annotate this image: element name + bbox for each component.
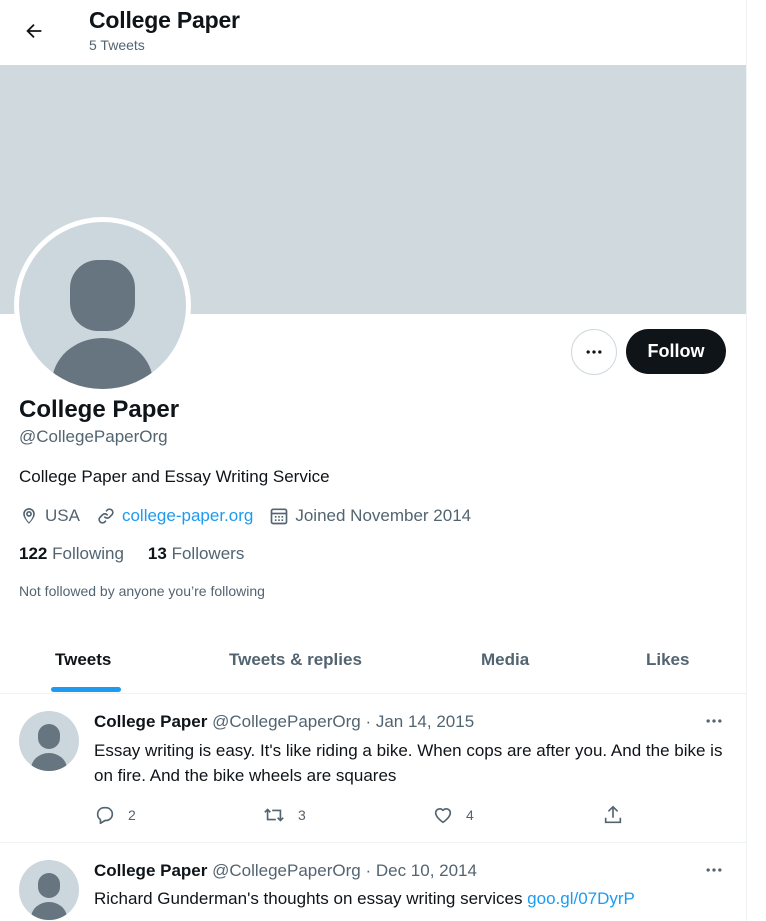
profile-meta: USA college-paper.org Joined November 20… (19, 505, 487, 527)
tweet-author-handle[interactable]: @CollegePaperOrg (212, 712, 361, 731)
share-button[interactable] (602, 803, 624, 827)
avatar-shoulders-shape (31, 902, 67, 920)
profile-more-button[interactable] (571, 329, 617, 375)
tweet-author-handle[interactable]: @CollegePaperOrg (212, 861, 361, 880)
tweet-date[interactable]: · Jan 14, 2015 (365, 712, 474, 731)
more-horizontal-icon (706, 868, 722, 872)
more-horizontal-icon (586, 350, 602, 354)
retweet-button[interactable]: 3 (262, 803, 306, 827)
profile-name: College Paper (19, 396, 180, 423)
like-button[interactable]: 4 (432, 803, 474, 827)
tab-tweets-replies[interactable]: Tweets & replies (229, 650, 362, 670)
back-button[interactable] (14, 11, 54, 51)
reply-button[interactable]: 2 (94, 803, 136, 827)
following-count: 122 (19, 544, 48, 563)
tweet-date[interactable]: · Dec 10, 2014 (365, 861, 477, 880)
tweet-avatar[interactable] (19, 860, 79, 920)
retweet-count: 3 (298, 807, 306, 823)
active-tab-indicator (51, 687, 121, 692)
avatar-head-shape (38, 724, 60, 749)
default-avatar-icon (19, 222, 186, 389)
header-title: College Paper (89, 7, 240, 33)
like-count: 4 (466, 807, 474, 823)
following-stat[interactable]: 122 Following (19, 544, 124, 564)
follow-button[interactable]: Follow (626, 329, 726, 374)
tweet-more-button[interactable] (699, 709, 729, 733)
profile-tabs: Tweets Tweets & replies Media Likes (0, 630, 746, 694)
profile-avatar[interactable] (14, 217, 191, 394)
profile-stats: 122 Following 13 Followers (19, 544, 268, 564)
tab-likes[interactable]: Likes (646, 650, 689, 670)
profile-website[interactable]: college-paper.org (96, 506, 253, 526)
followers-stat[interactable]: 13 Followers (148, 544, 244, 564)
share-icon (604, 805, 622, 824)
tweet-item[interactable]: College Paper @CollegePaperOrg · Dec 10,… (0, 844, 746, 921)
tweet-author-name[interactable]: College Paper (94, 861, 207, 880)
header-tweet-count: 5 Tweets (89, 37, 145, 53)
profile-handle: @CollegePaperOrg (19, 427, 168, 446)
link-icon (98, 508, 114, 524)
location-text: USA (45, 506, 80, 525)
tweet-actions: 2 3 4 (94, 803, 634, 827)
profile-bio: College Paper and Essay Writing Service (19, 467, 330, 486)
joined-text: Joined November 2014 (295, 506, 472, 525)
tweet-more-button[interactable] (699, 858, 729, 882)
followers-label: Followers (171, 544, 245, 563)
tab-media[interactable]: Media (481, 650, 529, 670)
profile-location: USA (19, 506, 80, 526)
tweet-avatar[interactable] (19, 711, 79, 771)
more-horizontal-icon (706, 719, 722, 723)
arrow-left-icon (26, 23, 42, 39)
profile-joined: Joined November 2014 (269, 506, 471, 526)
tweet-text: Richard Gunderman's thoughts on essay wr… (94, 886, 724, 911)
tweet-text: Essay writing is easy. It's like riding … (94, 741, 723, 785)
tweet-header: College Paper @CollegePaperOrg · Dec 10,… (94, 861, 477, 881)
avatar-head-shape (70, 260, 135, 331)
tab-tweets[interactable]: Tweets (55, 650, 111, 670)
tweet-header: College Paper @CollegePaperOrg · Jan 14,… (94, 712, 474, 732)
location-pin-icon (23, 508, 35, 524)
avatar-shoulders-shape (52, 338, 153, 389)
heart-icon (434, 808, 452, 824)
followers-count: 13 (147, 544, 167, 563)
tweet-author-name[interactable]: College Paper (94, 712, 207, 731)
reply-count: 2 (128, 807, 136, 823)
profile-header: College Paper 5 Tweets (0, 0, 746, 65)
retweet-icon (264, 808, 284, 822)
avatar-head-shape (38, 873, 60, 898)
following-label: Following (52, 544, 124, 563)
website-link[interactable]: college-paper.org (122, 506, 253, 526)
reply-icon (96, 806, 114, 825)
calendar-icon (271, 508, 288, 525)
followed-by-note: Not followed by anyone you’re following (19, 583, 265, 599)
profile-column: College Paper 5 Tweets Follow College Pa… (0, 0, 747, 921)
tweet-link[interactable]: goo.gl/07DyrP (527, 889, 635, 908)
avatar-shoulders-shape (31, 753, 67, 771)
tweet-item[interactable]: College Paper @CollegePaperOrg · Jan 14,… (0, 695, 746, 843)
tweet-text-body: Richard Gunderman's thoughts on essay wr… (94, 889, 528, 908)
